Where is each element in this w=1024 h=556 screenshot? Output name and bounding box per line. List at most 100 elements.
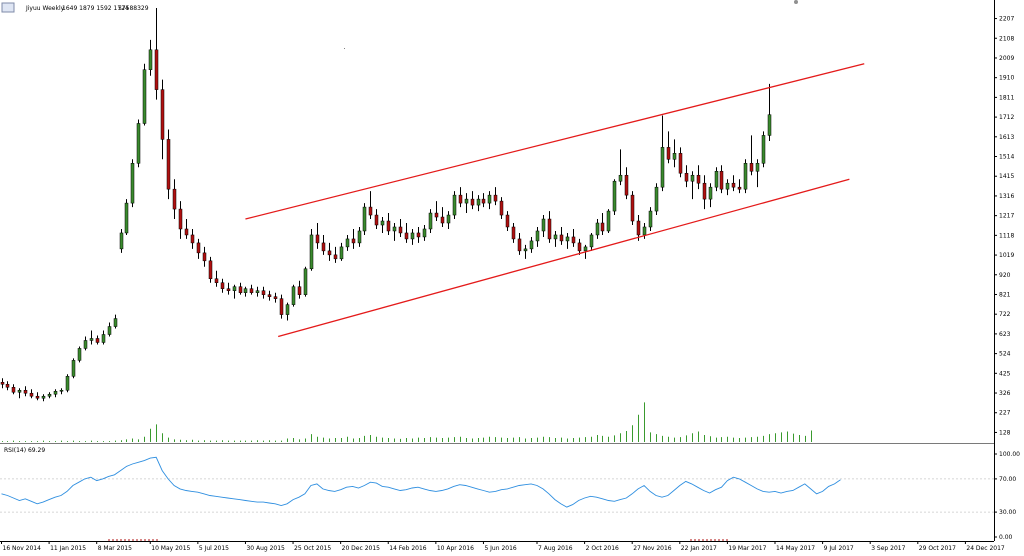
time-tick-label: 16 Nov 2014 bbox=[3, 545, 42, 552]
candle-body bbox=[725, 182, 730, 190]
candle-body bbox=[249, 288, 254, 293]
candle-body bbox=[339, 246, 344, 260]
candle-body bbox=[172, 188, 177, 210]
candle-body bbox=[767, 114, 772, 136]
candle-body bbox=[29, 392, 34, 397]
candle-body bbox=[11, 387, 16, 393]
candle-body bbox=[589, 234, 594, 248]
candle-body bbox=[547, 218, 552, 240]
candle-body bbox=[273, 296, 278, 299]
candle-body bbox=[77, 348, 82, 361]
price-tick-label: 1613 bbox=[999, 134, 1014, 141]
candle-body bbox=[124, 202, 129, 234]
price-tick-label: 524 bbox=[999, 351, 1011, 358]
candle-body bbox=[654, 186, 659, 212]
candle-body bbox=[238, 286, 243, 293]
axes-layer: 2207 2108 2009 1910 1811 1712 1613 1514 1415 1316… bbox=[0, 0, 1020, 552]
candle-body bbox=[708, 186, 713, 200]
candle-body bbox=[47, 393, 52, 397]
channel-layer bbox=[245, 63, 865, 338]
channel-upper-line bbox=[245, 63, 865, 220]
price-tick-label: 920 bbox=[999, 272, 1011, 279]
candle-body bbox=[737, 186, 742, 190]
price-tick-label: 227 bbox=[999, 410, 1011, 417]
time-tick-label: 10 Apr 2016 bbox=[437, 545, 474, 552]
candle-body bbox=[0, 382, 5, 385]
candle-body bbox=[309, 234, 314, 270]
price-tick-label: 1811 bbox=[999, 94, 1014, 101]
candle-body bbox=[374, 214, 379, 226]
candle-body bbox=[232, 286, 237, 291]
time-tick-label: 2 Oct 2016 bbox=[586, 545, 619, 552]
price-tick-label: 425 bbox=[999, 370, 1011, 377]
candle-body bbox=[261, 290, 266, 295]
time-tick-label: 3 Sep 2017 bbox=[871, 545, 905, 552]
candle-body bbox=[184, 228, 189, 236]
candle-body bbox=[321, 242, 326, 252]
candle-body bbox=[761, 135, 766, 164]
time-tick-label: 14 Feb 2016 bbox=[389, 545, 427, 552]
rsi-tick-label: 30.00 bbox=[999, 509, 1016, 516]
candle-body bbox=[119, 232, 124, 250]
candle-body bbox=[416, 232, 421, 238]
candle-body bbox=[577, 242, 582, 252]
candle-body bbox=[529, 240, 534, 250]
rsi-tick-label: 0.00 bbox=[999, 534, 1013, 541]
price-tick-label: 1217 bbox=[999, 213, 1014, 220]
candle-body bbox=[684, 172, 689, 182]
candle-body bbox=[17, 389, 22, 393]
price-tick-label: 128 bbox=[999, 429, 1011, 436]
candle-body bbox=[327, 250, 332, 256]
candle-body bbox=[148, 49, 153, 70]
candle-body bbox=[71, 360, 76, 377]
candle-body bbox=[255, 290, 260, 293]
candle-body bbox=[434, 212, 439, 218]
candle-body bbox=[297, 286, 302, 295]
candle-body bbox=[440, 216, 445, 224]
time-tick-label: 5 Jul 2015 bbox=[199, 545, 229, 552]
candle-body bbox=[83, 340, 88, 349]
price-tick-label: 2108 bbox=[999, 35, 1014, 42]
price-tick-label: 1019 bbox=[999, 252, 1014, 259]
candle-body bbox=[702, 182, 707, 200]
chart-shift-marker bbox=[794, 0, 798, 4]
candle-body bbox=[731, 182, 736, 188]
candle-body bbox=[458, 194, 463, 204]
candle-body bbox=[202, 252, 207, 262]
candle-body bbox=[226, 288, 231, 291]
time-tick-label: 24 Dec 2017 bbox=[966, 545, 1005, 552]
candle-body bbox=[464, 198, 469, 204]
volume-readout: 57588329 bbox=[118, 5, 149, 12]
candle-body bbox=[351, 238, 356, 244]
candle-body bbox=[368, 206, 373, 216]
candle-body bbox=[279, 298, 284, 315]
price-tick-label: 1118 bbox=[999, 232, 1014, 239]
time-tick-label: 9 Jul 2017 bbox=[824, 545, 854, 552]
price-tick-label: 722 bbox=[999, 311, 1011, 318]
candle-body bbox=[571, 236, 576, 244]
candle-body bbox=[642, 226, 647, 236]
candle-body bbox=[303, 268, 308, 295]
price-tick-label: 1415 bbox=[999, 173, 1014, 180]
candle-body bbox=[553, 234, 558, 240]
candle-body bbox=[481, 198, 486, 204]
candle-body bbox=[208, 260, 213, 280]
candle-body bbox=[612, 180, 617, 212]
candle-body bbox=[178, 208, 183, 230]
candle-body bbox=[672, 153, 677, 160]
candle-body bbox=[511, 226, 516, 240]
candle-body bbox=[101, 334, 106, 343]
candle-body bbox=[345, 238, 350, 248]
candle-body bbox=[696, 174, 701, 184]
rsi-tick-label: 70.00 bbox=[999, 476, 1016, 483]
time-tick-label: 20 Dec 2015 bbox=[342, 545, 381, 552]
candle-body bbox=[714, 170, 719, 188]
candle-body bbox=[648, 210, 653, 228]
symbol-icon bbox=[1, 2, 15, 13]
time-tick-label: 22 Jan 2017 bbox=[681, 545, 717, 552]
candle-body bbox=[23, 389, 28, 394]
candle-body bbox=[65, 376, 70, 391]
candle-body bbox=[505, 214, 510, 228]
candle-body bbox=[618, 174, 623, 182]
time-tick-label: 30 Aug 2015 bbox=[246, 545, 285, 552]
